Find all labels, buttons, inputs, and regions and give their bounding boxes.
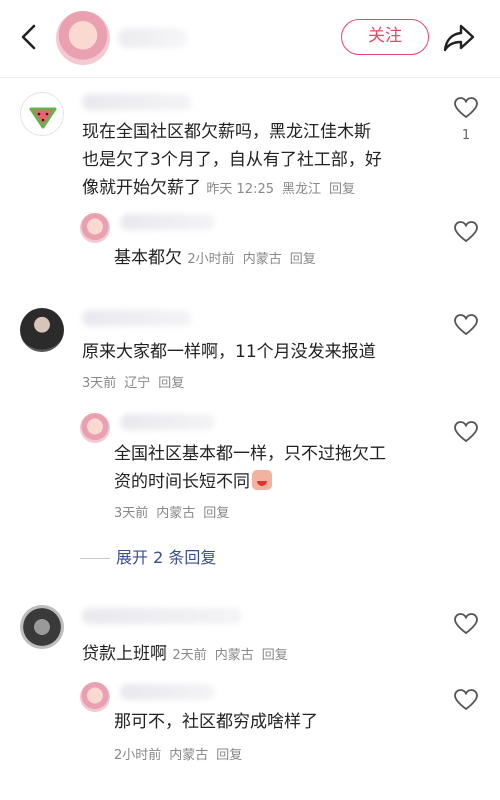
comment-text: 原来大家都一样啊，11个月没发来报道 xyxy=(82,342,376,362)
like-count: 1 xyxy=(461,128,471,143)
heart-icon[interactable] xyxy=(453,96,479,120)
reply-text: 全国社区基本都一样，只不过拖欠工 资的时间长短不同 xyxy=(114,444,386,492)
reply-link[interactable]: 回复 xyxy=(216,748,242,763)
replier-name-blurred xyxy=(120,214,215,230)
heart-icon[interactable] xyxy=(453,313,479,337)
commenter-avatar[interactable] xyxy=(20,308,64,352)
emoji-icon xyxy=(252,470,272,490)
commenter-name-blurred xyxy=(82,310,192,326)
heart-icon[interactable] xyxy=(453,612,479,636)
comment-text: 贷款上班啊 2天前 内蒙古 回复 xyxy=(82,640,296,670)
reply-text: 那可不，社区都穷成啥样了 xyxy=(114,712,318,732)
divider xyxy=(80,558,110,559)
commenter-avatar[interactable] xyxy=(20,92,64,136)
back-arrow-icon[interactable] xyxy=(14,22,44,52)
top-bar: 关注 xyxy=(0,0,500,78)
commenter-name-blurred xyxy=(82,94,192,110)
author-name-blurred xyxy=(118,28,188,48)
comment-meta: 2天前 内蒙古 回复 xyxy=(172,648,288,663)
follow-button[interactable]: 关注 xyxy=(341,19,429,55)
comment-meta: 昨天 12:25 黑龙江 回复 xyxy=(206,182,356,197)
watermelon-icon xyxy=(29,107,57,129)
reply-link[interactable]: 回复 xyxy=(203,506,229,521)
heart-icon[interactable] xyxy=(453,688,479,712)
replier-avatar[interactable] xyxy=(80,213,110,243)
replier-avatar[interactable] xyxy=(80,413,110,443)
reply-link[interactable]: 回复 xyxy=(290,252,316,267)
commenter-name-blurred xyxy=(82,608,242,624)
reply-link[interactable]: 回复 xyxy=(329,182,355,197)
heart-icon[interactable] xyxy=(453,220,479,244)
replier-name-blurred xyxy=(120,684,215,700)
replier-avatar[interactable] xyxy=(80,682,110,712)
comment-meta: 3天前 内蒙古 回复 xyxy=(114,506,230,521)
comment-meta: 3天前 辽宁 回复 xyxy=(82,376,185,391)
reply-link[interactable]: 回复 xyxy=(262,648,288,663)
commenter-avatar[interactable] xyxy=(20,605,64,649)
reply-link[interactable]: 回复 xyxy=(158,376,184,391)
comment-meta: 2小时前 内蒙古 回复 xyxy=(187,252,316,267)
heart-icon[interactable] xyxy=(453,420,479,444)
replier-name-blurred xyxy=(120,414,215,430)
expand-replies-link[interactable]: 展开 2 条回复 xyxy=(80,544,216,568)
author-avatar[interactable] xyxy=(56,11,110,65)
reply-text: 基本都欠 2小时前 内蒙古 回复 xyxy=(114,244,324,274)
share-icon[interactable] xyxy=(442,22,476,54)
comment-text: 现在全国社区都欠薪吗，黑龙江佳木斯 也是欠了3个月了，自从有了社工部，好 像就开… xyxy=(82,122,382,198)
comment-meta: 2小时前 内蒙古 回复 xyxy=(114,748,243,763)
